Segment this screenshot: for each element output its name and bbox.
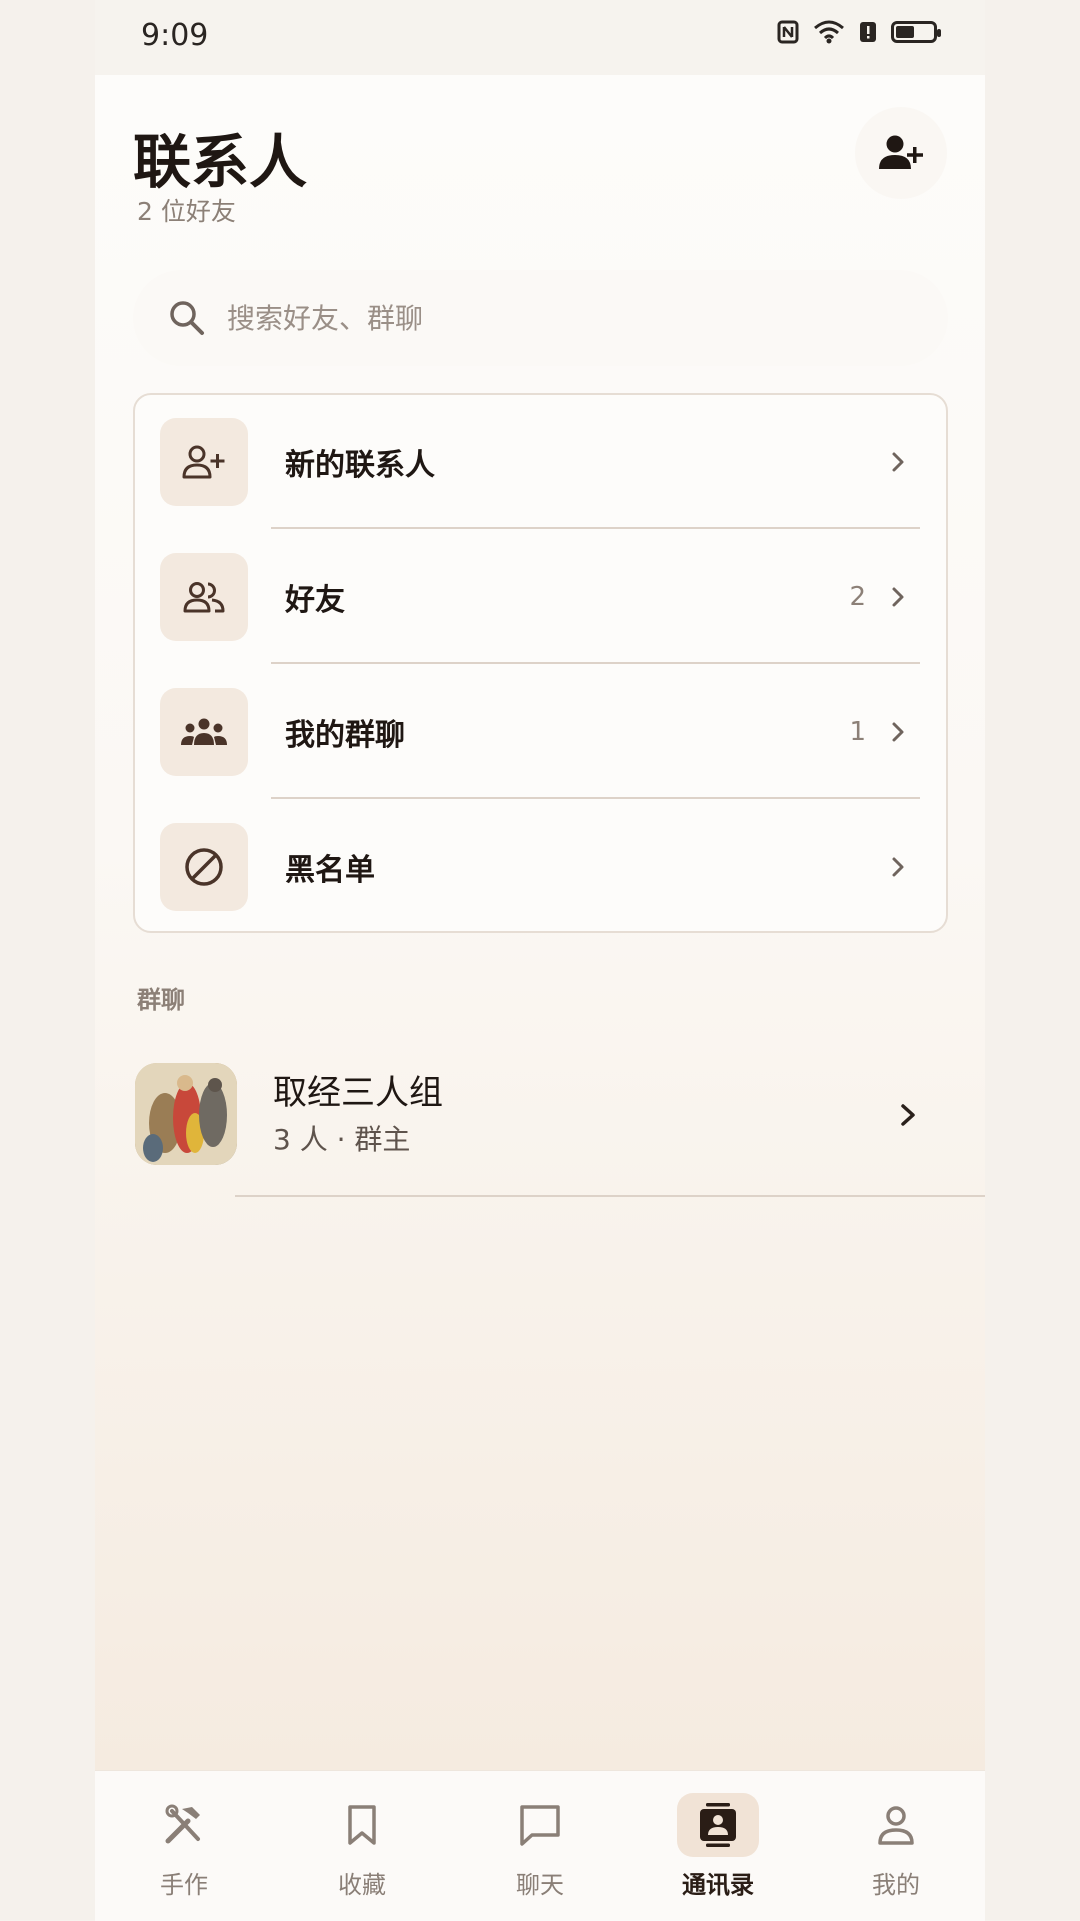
menu-my-groups[interactable]: 我的群聊 1	[135, 665, 946, 799]
menu-count: 2	[849, 582, 866, 612]
tab-me[interactable]: 我的	[807, 1771, 985, 1921]
status-time: 9:09	[141, 18, 209, 53]
contacts-screen: 联系人 2 位好友 新的联系人	[95, 75, 985, 1770]
right-margin	[985, 0, 1080, 1920]
wifi-icon	[814, 20, 844, 44]
friend-count: 2 位好友	[137, 197, 236, 226]
tab-label: 我的	[872, 1871, 920, 1899]
menu-label: 好友	[285, 583, 345, 618]
tools-icon	[143, 1793, 225, 1857]
group-name: 取经三人组	[273, 1073, 443, 1113]
section-label-groups: 群聊	[137, 986, 185, 1014]
tab-label: 聊天	[516, 1871, 564, 1899]
search-input[interactable]	[225, 300, 829, 336]
group-avatar	[135, 1063, 237, 1165]
tab-label: 通讯录	[682, 1871, 754, 1899]
tab-crafts[interactable]: 手作	[95, 1771, 273, 1921]
tab-contacts[interactable]: 通讯录	[629, 1771, 807, 1921]
chevron-right-icon	[892, 587, 904, 607]
left-margin	[0, 0, 95, 1920]
bookmark-icon	[321, 1793, 403, 1857]
chevron-right-icon	[892, 452, 904, 472]
group-divider	[235, 1195, 985, 1197]
tab-label: 收藏	[338, 1871, 386, 1899]
bottom-tab-bar: 手作 收藏 聊天 通讯录 我的	[95, 1770, 985, 1921]
people-icon	[160, 553, 248, 641]
tab-chat[interactable]: 聊天	[451, 1771, 629, 1921]
contacts-icon	[677, 1793, 759, 1857]
battery-icon	[891, 21, 941, 43]
group-meta: 3 人 · 群主	[273, 1123, 411, 1156]
chevron-right-icon	[901, 1104, 915, 1126]
menu-friends[interactable]: 好友 2	[135, 530, 946, 664]
row-divider	[271, 527, 920, 529]
block-icon	[160, 823, 248, 911]
menu-blacklist[interactable]: 黑名单	[135, 800, 946, 934]
group-icon	[160, 688, 248, 776]
menu-label: 新的联系人	[285, 448, 435, 483]
add-friend-icon	[879, 135, 923, 169]
page-title: 联系人	[133, 128, 308, 196]
menu-new-contacts[interactable]: 新的联系人	[135, 395, 946, 529]
chat-icon	[499, 1793, 581, 1857]
tab-label: 手作	[160, 1871, 208, 1899]
group-row[interactable]: 取经三人组 3 人 · 群主	[133, 1060, 948, 1195]
alert-icon	[860, 22, 876, 42]
chevron-right-icon	[892, 857, 904, 877]
search-bar[interactable]	[133, 270, 948, 366]
tab-favorites[interactable]: 收藏	[273, 1771, 451, 1921]
row-divider	[271, 797, 920, 799]
menu-label: 我的群聊	[285, 718, 405, 753]
add-friend-button[interactable]	[855, 107, 947, 199]
nfc-icon	[777, 20, 799, 44]
row-divider	[271, 662, 920, 664]
chevron-right-icon	[892, 722, 904, 742]
menu-label: 黑名单	[285, 853, 375, 888]
search-icon	[170, 301, 204, 335]
contacts-menu-card: 新的联系人 好友 2 我的群聊 1 黑名单	[133, 393, 948, 933]
menu-count: 1	[849, 717, 866, 747]
status-icons	[777, 20, 941, 44]
status-bar: 9:09	[95, 0, 985, 75]
add-person-icon	[160, 418, 248, 506]
profile-icon	[855, 1793, 937, 1857]
